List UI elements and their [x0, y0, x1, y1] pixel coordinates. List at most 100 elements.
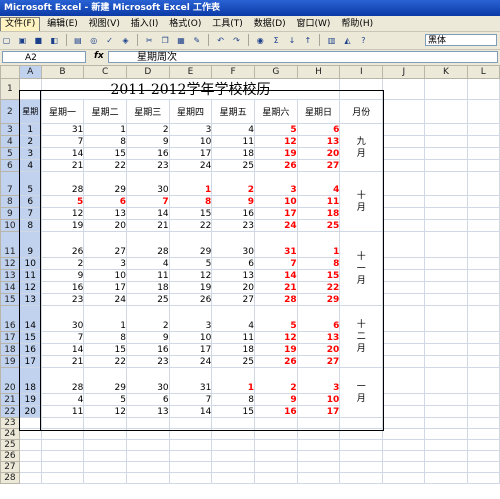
date-cell[interactable]: 31 [168, 367, 213, 394]
date-cell[interactable]: 25 [211, 355, 255, 368]
sheet-cell[interactable] [296, 461, 341, 473]
sheet-cell[interactable] [466, 331, 500, 344]
date-cell[interactable]: 6 [211, 257, 255, 270]
date-cell[interactable]: 14 [253, 269, 298, 282]
sheet-cell[interactable] [382, 231, 426, 258]
date-cell[interactable]: 12 [168, 269, 213, 282]
sheet-cell[interactable] [253, 472, 298, 484]
sheet-cell[interactable] [424, 393, 468, 406]
date-cell[interactable]: 24 [168, 159, 213, 172]
sheet-cell[interactable] [339, 428, 384, 440]
sheet-cell[interactable] [18, 472, 42, 484]
sheet-cell[interactable] [382, 207, 426, 220]
sheet-cell[interactable] [424, 195, 468, 208]
date-cell[interactable]: 16 [40, 281, 85, 294]
date-cell[interactable]: 22 [168, 219, 213, 232]
date-cell[interactable]: 1 [83, 123, 127, 136]
sheet-cell[interactable] [296, 450, 341, 462]
column-header[interactable]: C [83, 65, 127, 79]
date-cell[interactable]: 26 [40, 231, 85, 258]
sheet-cell[interactable] [424, 123, 468, 136]
date-cell[interactable]: 22 [83, 159, 127, 172]
date-cell[interactable]: 11 [125, 269, 170, 282]
sheet-cell[interactable] [466, 439, 500, 451]
sheet-cell[interactable] [125, 472, 170, 484]
sheet-cell[interactable] [211, 428, 255, 440]
date-cell[interactable]: 13 [296, 135, 341, 148]
week-number[interactable]: 7 [18, 207, 42, 220]
new-icon[interactable]: ▢ [1, 35, 12, 46]
date-cell[interactable]: 7 [40, 331, 85, 344]
insert-function-icon[interactable]: fx [94, 51, 104, 61]
date-cell[interactable]: 12 [253, 331, 298, 344]
sheet-cell[interactable] [296, 472, 341, 484]
column-header[interactable]: E [168, 65, 213, 79]
row-header[interactable]: 15 [0, 293, 20, 306]
date-cell[interactable]: 1 [296, 231, 341, 258]
sheet-cell[interactable] [424, 281, 468, 294]
autosum-icon[interactable]: Σ [271, 35, 282, 46]
sheet-cell[interactable] [339, 78, 384, 100]
sheet-cell[interactable] [466, 257, 500, 270]
week-number[interactable]: 8 [18, 219, 42, 232]
week-number[interactable]: 19 [18, 393, 42, 406]
sheet-cell[interactable] [382, 343, 426, 356]
sheet-cell[interactable] [125, 417, 170, 429]
sheet-cell[interactable] [382, 171, 426, 196]
date-cell[interactable]: 20 [296, 147, 341, 160]
research-icon[interactable]: ◈ [120, 35, 131, 46]
sheet-cell[interactable] [424, 207, 468, 220]
row-header[interactable]: 24 [0, 428, 20, 440]
date-cell[interactable]: 7 [125, 195, 170, 208]
date-cell[interactable]: 21 [253, 281, 298, 294]
date-cell[interactable]: 2 [125, 123, 170, 136]
date-cell[interactable]: 15 [168, 207, 213, 220]
date-cell[interactable]: 8 [296, 257, 341, 270]
sheet-cell[interactable] [168, 439, 213, 451]
menu-edit[interactable]: 编辑(E) [43, 18, 82, 31]
date-cell[interactable]: 7 [253, 257, 298, 270]
menu-help[interactable]: 帮助(H) [337, 18, 377, 31]
date-cell[interactable]: 19 [40, 219, 85, 232]
sheet-cell[interactable] [466, 343, 500, 356]
date-cell[interactable]: 17 [83, 281, 127, 294]
date-cell[interactable]: 8 [83, 331, 127, 344]
sheet-cell[interactable] [339, 439, 384, 451]
permission-icon[interactable]: ◧ [49, 35, 60, 46]
date-cell[interactable]: 3 [168, 305, 213, 332]
sheet-cell[interactable] [382, 159, 426, 172]
sheet-table[interactable]: A B C D E F G H I J K L 1 2011-2012学年学校校历 2 星期 星期一 星期二 星期三… [0, 65, 500, 484]
date-cell[interactable]: 19 [253, 147, 298, 160]
sheet-cell[interactable] [382, 331, 426, 344]
date-cell[interactable]: 11 [211, 331, 255, 344]
week-number[interactable]: 18 [18, 367, 42, 394]
sheet-cell[interactable] [382, 123, 426, 136]
row-header[interactable]: 27 [0, 461, 20, 473]
column-header[interactable]: K [424, 65, 468, 79]
sheet-cell[interactable] [424, 439, 468, 451]
sheet-cell[interactable] [466, 269, 500, 282]
row-header[interactable]: 11 [0, 231, 20, 258]
date-cell[interactable]: 20 [296, 343, 341, 356]
sheet-cell[interactable] [424, 257, 468, 270]
sheet-cell[interactable] [466, 99, 500, 124]
sheet-cell[interactable] [18, 461, 42, 473]
sheet-cell[interactable] [382, 355, 426, 368]
sheet-cell[interactable] [424, 343, 468, 356]
sort-descending-icon[interactable]: ↑ [302, 35, 313, 46]
date-cell[interactable]: 6 [83, 195, 127, 208]
date-cell[interactable]: 27 [296, 355, 341, 368]
sheet-cell[interactable] [424, 293, 468, 306]
sheet-cell[interactable] [382, 195, 426, 208]
date-cell[interactable]: 22 [296, 281, 341, 294]
sheet-cell[interactable] [211, 472, 255, 484]
date-cell[interactable]: 6 [125, 393, 170, 406]
date-cell[interactable]: 13 [83, 207, 127, 220]
sheet-cell[interactable] [211, 450, 255, 462]
date-cell[interactable]: 4 [296, 171, 341, 196]
undo-icon[interactable]: ↶ [215, 35, 226, 46]
sheet-cell[interactable] [253, 450, 298, 462]
date-cell[interactable]: 27 [83, 231, 127, 258]
menu-tools[interactable]: 工具(T) [208, 18, 247, 31]
date-cell[interactable]: 9 [125, 331, 170, 344]
